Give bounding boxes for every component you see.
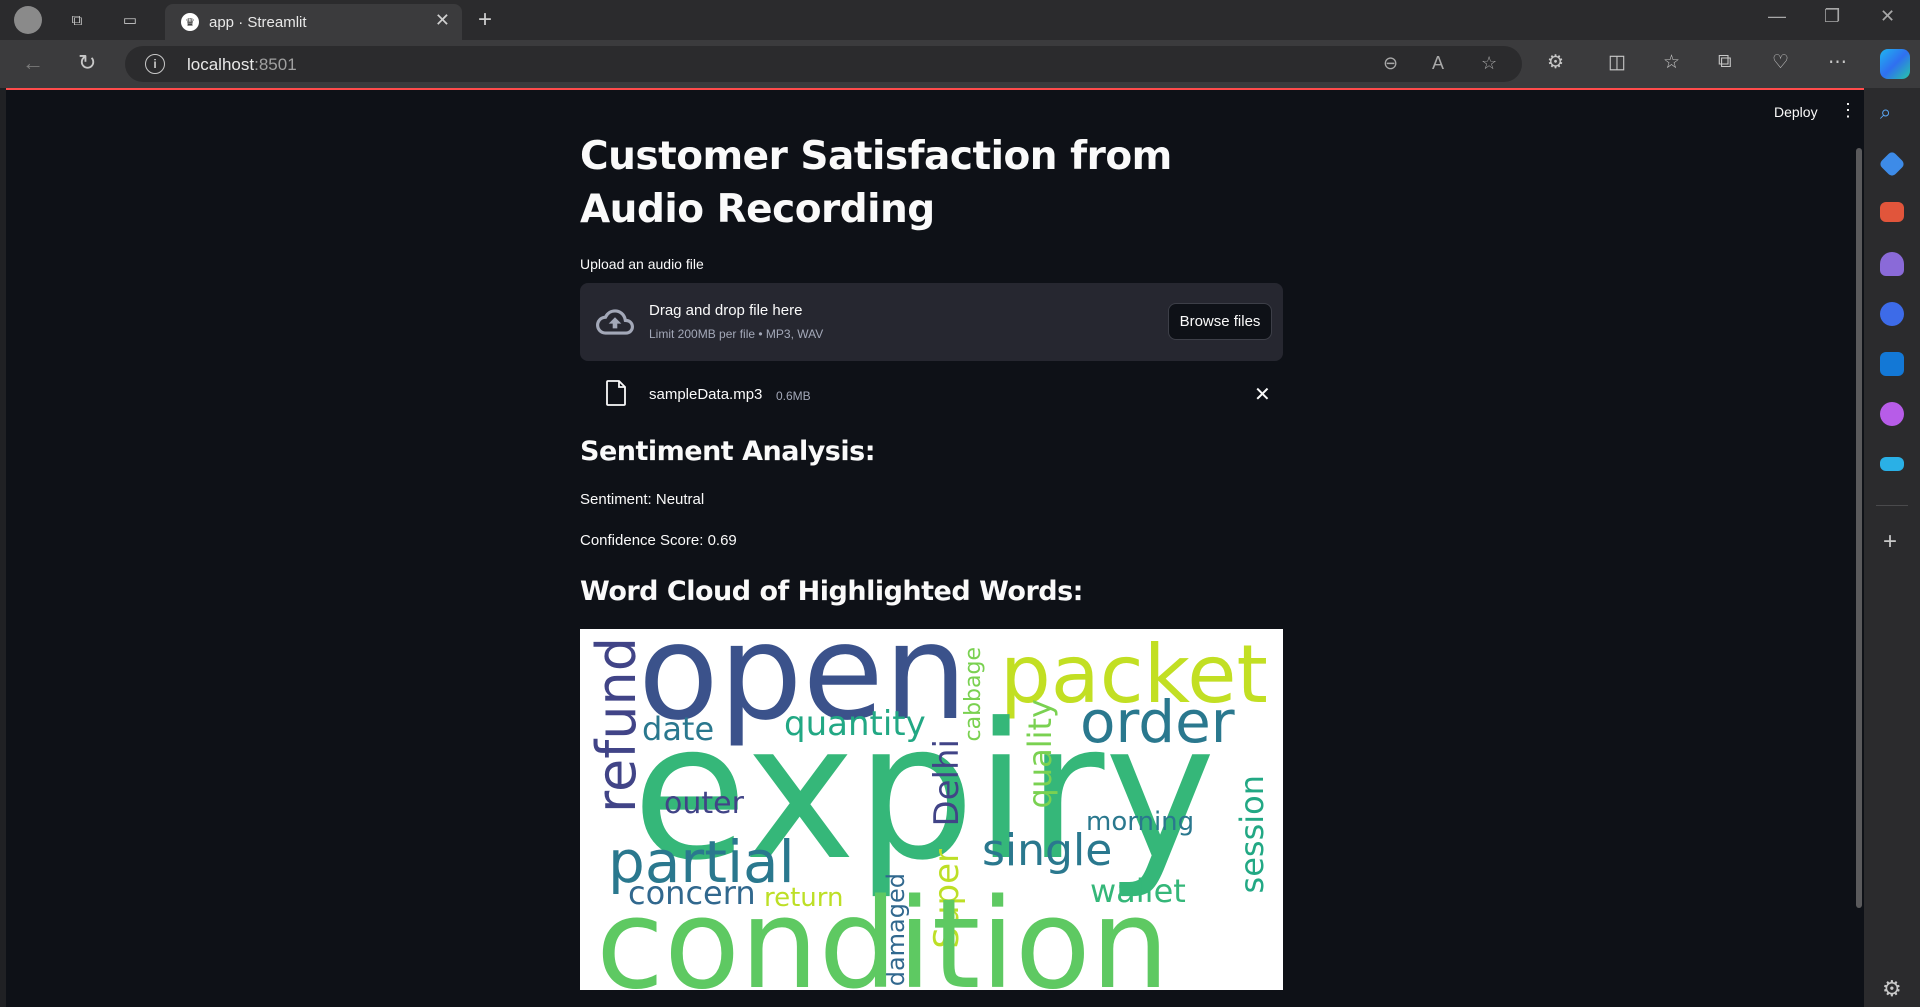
send-drop-icon[interactable]	[1880, 457, 1904, 471]
collections-icon[interactable]: ⧉	[1718, 51, 1732, 73]
word-cabbage: cabbage	[961, 647, 986, 742]
word-outer: outer	[664, 786, 744, 821]
cloud-upload-icon	[596, 309, 634, 335]
word-cloud-image: open packet expiry order refund date qua…	[580, 629, 1283, 990]
streamlit-favicon-icon: ♛	[181, 13, 199, 31]
browser-essentials-icon[interactable]: ♡	[1772, 51, 1789, 74]
main-menu-icon[interactable]: ⋮	[1839, 100, 1857, 121]
more-options-icon[interactable]: ⋯	[1828, 51, 1847, 74]
sidebar-settings-icon[interactable]: ⚙	[1882, 976, 1902, 1002]
sentiment-heading: Sentiment Analysis:	[580, 436, 876, 467]
url-port: :8501	[254, 55, 297, 74]
word-quantity: quantity	[784, 704, 926, 744]
outlook-icon[interactable]	[1880, 352, 1904, 376]
address-url[interactable]: localhost:8501	[187, 55, 297, 75]
zoom-icon[interactable]: ⊖	[1383, 53, 1398, 74]
designer-icon[interactable]	[1880, 402, 1904, 426]
file-dropzone[interactable]: Drag and drop file here Limit 200MB per …	[580, 283, 1283, 361]
profile-avatar-icon[interactable]	[14, 6, 42, 34]
dropzone-limit-text: Limit 200MB per file • MP3, WAV	[649, 327, 824, 341]
tab-title: app · Streamlit	[209, 14, 307, 31]
page-scrollbar[interactable]	[1856, 148, 1862, 908]
remove-file-icon[interactable]: ✕	[1254, 382, 1271, 407]
browser-tab-bar: ⧉ ▭ ♛ app · Streamlit ✕ + — ❐ ✕	[0, 0, 1920, 40]
favorite-star-icon[interactable]: ☆	[1481, 53, 1497, 74]
uploader-label: Upload an audio file	[580, 256, 704, 272]
sentiment-value: Sentiment: Neutral	[580, 491, 705, 508]
uploaded-file-size: 0.6MB	[776, 389, 811, 403]
restore-icon[interactable]: ❐	[1824, 6, 1840, 27]
uploaded-file-row: sampleData.mp3 0.6MB ✕	[580, 372, 1283, 418]
extensions-icon[interactable]: ⚙	[1547, 51, 1564, 74]
uploaded-file-name: sampleData.mp3	[649, 386, 763, 403]
minimize-icon[interactable]: —	[1768, 6, 1786, 27]
tab-actions-icon[interactable]: ▭	[118, 8, 142, 32]
add-sidebar-app-icon[interactable]: +	[1883, 528, 1897, 556]
split-screen-icon[interactable]: ◫	[1608, 51, 1626, 74]
dropzone-title: Drag and drop file here	[649, 302, 803, 319]
word-condition: condition	[596, 873, 1170, 990]
browser-sidebar: ⌕ + ⚙	[1864, 88, 1920, 1007]
address-bar[interactable]: i localhost:8501 ⊖ A ☆	[125, 46, 1522, 82]
word-date: date	[642, 710, 715, 748]
word-delhi: Delhi	[927, 739, 967, 827]
tools-briefcase-icon[interactable]	[1880, 202, 1904, 222]
page-title: Customer Satisfaction from Audio Recordi…	[580, 134, 1172, 232]
favorites-icon[interactable]: ☆	[1663, 51, 1680, 74]
shopping-tag-icon[interactable]	[1878, 150, 1906, 178]
refresh-icon[interactable]: ↻	[78, 50, 96, 76]
back-icon[interactable]: ←	[22, 50, 44, 76]
file-icon	[606, 380, 626, 406]
streamlit-app: Deploy ⋮ Customer Satisfaction from Audi…	[6, 88, 1864, 1007]
word-session: session	[1233, 775, 1271, 894]
word-order: order	[1080, 688, 1235, 756]
window-close-icon[interactable]: ✕	[1880, 6, 1895, 27]
wordcloud-heading: Word Cloud of Highlighted Words:	[580, 576, 1083, 607]
browse-files-button[interactable]: Browse files	[1168, 303, 1272, 340]
copilot-icon[interactable]	[1880, 49, 1910, 79]
read-aloud-icon[interactable]: A	[1432, 53, 1444, 74]
browser-tab-active[interactable]: ♛ app · Streamlit ✕	[165, 4, 462, 40]
sidebar-divider	[1876, 505, 1908, 506]
search-icon[interactable]: ⌕	[1880, 102, 1904, 126]
workspaces-icon[interactable]: ⧉	[65, 8, 89, 32]
browser-toolbar: ← ↻ i localhost:8501 ⊖ A ☆ ⚙ ◫ ☆ ⧉ ♡ ⋯	[0, 40, 1920, 88]
new-tab-icon[interactable]: +	[478, 6, 492, 34]
games-chess-icon[interactable]	[1880, 252, 1904, 276]
word-refund: refund	[585, 637, 648, 813]
word-quality: quality	[1021, 699, 1059, 809]
tab-close-icon[interactable]: ✕	[435, 10, 450, 31]
deploy-button[interactable]: Deploy	[1774, 104, 1818, 120]
word-single: single	[982, 825, 1113, 876]
url-host: localhost	[187, 55, 255, 74]
copilot-sidebar-icon[interactable]	[1880, 302, 1904, 326]
confidence-score: Confidence Score: 0.69	[580, 532, 737, 549]
site-info-icon[interactable]: i	[145, 54, 165, 74]
